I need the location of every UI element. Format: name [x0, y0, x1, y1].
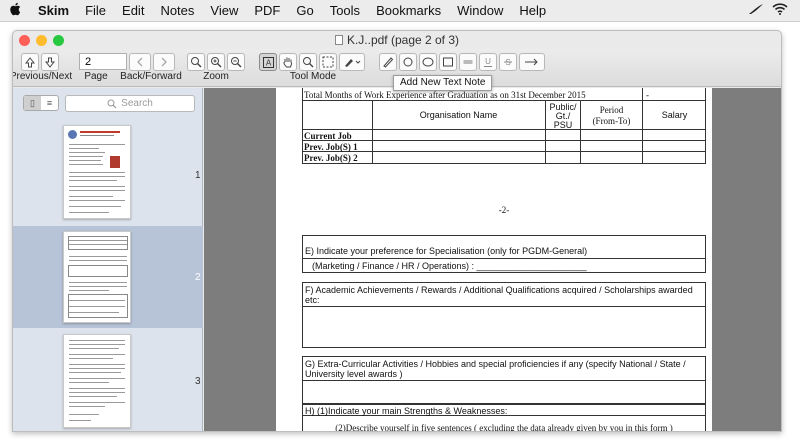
thumbnail-sidebar: ▯ ≡ Search 1 2 3	[13, 88, 203, 431]
thumbnail-page-number: 1	[195, 170, 201, 181]
menu-view[interactable]: View	[202, 3, 246, 18]
title-bar: K.J..pdf (page 2 of 3)	[13, 31, 781, 49]
section-f-title: F) Academic Achievements / Rewards / Add…	[305, 285, 693, 305]
wifi-icon[interactable]	[772, 3, 788, 18]
search-icon	[107, 99, 117, 108]
menu-edit[interactable]: Edit	[114, 3, 152, 18]
menu-pdf[interactable]: PDF	[246, 3, 288, 18]
skim-pen-icon[interactable]	[748, 3, 764, 18]
skim-window: K.J..pdf (page 2 of 3) Previous/Next Pag…	[12, 30, 782, 432]
thumbnail-row-1[interactable]: 1	[13, 118, 203, 226]
total-months-text: Total Months of Work Experience after Gr…	[304, 90, 586, 100]
zoom-out-button[interactable]	[227, 53, 245, 71]
header-period-1: Period	[599, 105, 624, 115]
section-h2-title: (2)Describe yourself in five sentences (…	[335, 423, 673, 432]
sidebar-search-field[interactable]: Search	[65, 95, 195, 112]
header-salary: Salary	[661, 110, 688, 120]
menu-help[interactable]: Help	[511, 3, 554, 18]
menu-tools[interactable]: Tools	[322, 3, 368, 18]
thumbnail-page-number: 3	[195, 376, 201, 387]
anchored-note-icon[interactable]	[399, 53, 417, 71]
text-tool-button[interactable]: A	[259, 53, 277, 71]
sidebar-toolbar: ▯ ≡ Search	[13, 88, 202, 118]
tooltip: Add New Text Note	[393, 75, 493, 91]
page-thumbnail-2[interactable]	[63, 231, 131, 323]
back-forward-label: Back/Forward	[120, 71, 182, 82]
menu-bookmarks[interactable]: Bookmarks	[368, 3, 449, 18]
app-menu-skim[interactable]: Skim	[30, 3, 77, 18]
thumbnail-row-2[interactable]: 2	[13, 226, 203, 328]
document-view[interactable]: Total Months of Work Experience after Gr…	[204, 88, 781, 432]
add-text-note-button[interactable]	[379, 53, 397, 71]
sidebar-view-toggle[interactable]: ▯ ≡	[23, 95, 59, 111]
circle-note-icon[interactable]	[419, 53, 437, 71]
row-current-job: Current Job	[304, 131, 352, 141]
magnify-tool-icon[interactable]	[299, 53, 317, 71]
svg-text:A: A	[265, 58, 271, 67]
header-public-3: PSU	[553, 120, 573, 130]
search-placeholder: Search	[121, 98, 153, 109]
back-button[interactable]	[129, 53, 151, 71]
svg-text:U: U	[485, 57, 491, 66]
previous-page-button[interactable]	[21, 53, 39, 71]
line-note-icon[interactable]	[519, 53, 545, 71]
page-marker: -2-	[498, 205, 510, 215]
menu-bar: Skim File Edit Notes View PDF Go Tools B…	[0, 0, 800, 22]
section-e-subtitle: (Marketing / Finance / HR / Operations) …	[312, 261, 587, 271]
window-title: K.J..pdf (page 2 of 3)	[13, 33, 781, 47]
section-g-title: G) Extra-Curricular Activities / Hobbies…	[305, 359, 686, 379]
minimize-window-button[interactable]	[36, 34, 47, 46]
row-prev-job-1: Prev. Job(S) 1	[304, 142, 358, 152]
window-title-text: K.J..pdf (page 2 of 3)	[346, 33, 460, 47]
menu-file[interactable]: File	[77, 3, 114, 18]
zoom-label: Zoom	[203, 71, 229, 82]
menu-window[interactable]: Window	[449, 3, 511, 18]
menu-notes[interactable]: Notes	[152, 3, 202, 18]
zoom-actual-size-button[interactable]	[187, 53, 205, 71]
note-tool-icon[interactable]	[339, 53, 365, 71]
menu-go[interactable]: Go	[288, 3, 321, 18]
page-thumbnail-1[interactable]	[63, 125, 131, 219]
thumbnails-view-icon[interactable]: ▯	[24, 96, 41, 110]
thumbnail-page-number: 2	[195, 272, 201, 283]
strikeout-note-icon[interactable]: S	[499, 53, 517, 71]
header-organisation: Organisation Name	[419, 110, 498, 120]
table-of-contents-icon[interactable]: ≡	[41, 96, 58, 110]
document-icon	[334, 35, 343, 45]
prev-next-label: Previous/Next	[12, 71, 73, 82]
thumbnail-row-3[interactable]: 3	[13, 328, 203, 431]
highlight-note-icon[interactable]	[459, 53, 477, 71]
section-h-title: H) (1)Indicate your main Strengths & Wea…	[305, 406, 508, 416]
hand-tool-icon[interactable]	[279, 53, 297, 71]
total-months-value: -	[646, 90, 649, 100]
zoom-window-button[interactable]	[53, 34, 64, 46]
apple-menu-icon[interactable]	[0, 2, 30, 19]
page-label: Page	[84, 71, 108, 82]
forward-button[interactable]	[153, 53, 175, 71]
tool-mode-label: Tool Mode	[289, 71, 337, 82]
header-period-2: (From-To)	[592, 116, 631, 126]
pdf-page: Total Months of Work Experience after Gr…	[276, 88, 712, 432]
underline-note-icon[interactable]: U	[479, 53, 497, 71]
row-prev-job-2: Prev. Job(S) 2	[304, 153, 358, 163]
close-window-button[interactable]	[19, 34, 30, 46]
page-thumbnail-3[interactable]	[63, 334, 131, 428]
zoom-in-button[interactable]	[207, 53, 225, 71]
select-tool-icon[interactable]	[319, 53, 337, 71]
next-page-button[interactable]	[41, 53, 59, 71]
page-number-input[interactable]	[79, 53, 127, 70]
section-e-title: E) Indicate your preference for Speciali…	[305, 246, 588, 256]
box-note-icon[interactable]	[439, 53, 457, 71]
